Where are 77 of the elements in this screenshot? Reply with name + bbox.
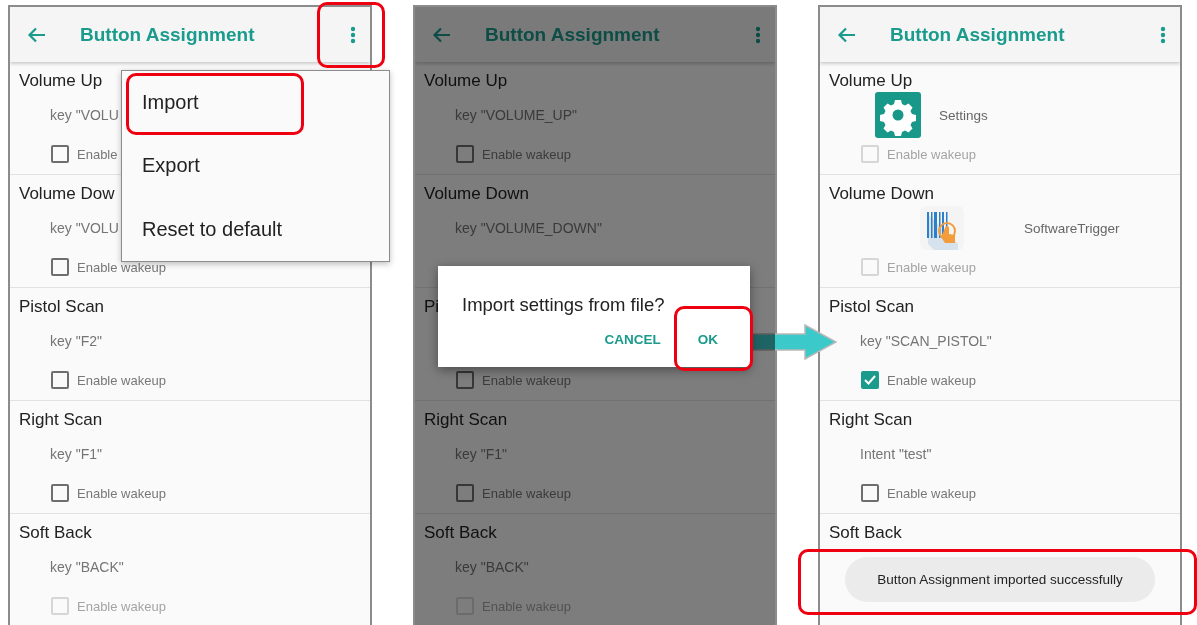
checkbox[interactable] bbox=[861, 484, 879, 502]
checkbox-label: Enable wakeup bbox=[887, 372, 976, 388]
checkbox[interactable] bbox=[861, 371, 879, 389]
key-assignment: key "BACK" bbox=[50, 559, 124, 575]
menu-item[interactable]: Reset to default bbox=[142, 217, 283, 241]
check-icon bbox=[863, 373, 877, 387]
app-name: Settings bbox=[939, 107, 988, 123]
more-options-icon bbox=[1160, 25, 1166, 44]
screen-title: Button Assignment bbox=[485, 23, 661, 46]
back-arrow-icon bbox=[432, 26, 451, 43]
more-options-button[interactable] bbox=[350, 25, 356, 44]
setting-name: Volume Down bbox=[424, 183, 529, 205]
key-assignment: key "F1" bbox=[50, 446, 102, 462]
menu-item[interactable]: Import bbox=[142, 91, 199, 115]
setting-name: Soft Back bbox=[19, 522, 92, 544]
app-name: SoftwareTrigger bbox=[1024, 220, 1120, 236]
screen-title: Button Assignment bbox=[890, 23, 1066, 46]
key-assignment: key "VOLUME_UP" bbox=[455, 107, 577, 123]
key-assignment: key "F1" bbox=[455, 446, 507, 462]
setting-name: Volume Up bbox=[829, 70, 913, 92]
back-button[interactable] bbox=[27, 26, 46, 43]
setting-name: Right Scan bbox=[829, 409, 913, 431]
key-assignment: Intent "test" bbox=[860, 446, 932, 462]
setting-name: Pistol Scan bbox=[19, 296, 105, 318]
checkbox-label: Enable wakeup bbox=[482, 485, 571, 501]
setting-name: Volume Up bbox=[19, 70, 103, 92]
checkbox[interactable] bbox=[456, 145, 474, 163]
checkbox-label: Enable bbox=[77, 146, 118, 162]
setting-name: Pistol Scan bbox=[829, 296, 915, 318]
key-assignment: key "VOLU bbox=[50, 107, 119, 123]
checkbox[interactable] bbox=[51, 258, 69, 276]
setting-row[interactable]: Right Scan key "F1" Enable wakeup bbox=[415, 401, 775, 514]
back-button[interactable] bbox=[432, 26, 451, 43]
setting-row[interactable]: Pistol Scan key "F2" Enable wakeup bbox=[10, 288, 370, 401]
menu-item[interactable]: Export bbox=[142, 154, 200, 178]
toast-message: Button Assignment imported successfully bbox=[845, 557, 1155, 602]
dialog-title: Import settings from file? bbox=[462, 294, 666, 316]
back-arrow-icon bbox=[27, 26, 46, 43]
key-assignment: key "VOLU bbox=[50, 220, 119, 236]
screen-title: Button Assignment bbox=[80, 23, 256, 46]
back-button[interactable] bbox=[837, 26, 856, 43]
checkbox[interactable] bbox=[51, 145, 69, 163]
setting-row[interactable]: Right Scan Intent "test" Enable wakeup bbox=[820, 401, 1180, 514]
setting-name: Soft Back bbox=[424, 522, 497, 544]
barcode-hand-app-icon bbox=[920, 206, 964, 250]
checkbox[interactable] bbox=[456, 371, 474, 389]
checkbox-label: Enable wakeup bbox=[482, 372, 571, 388]
back-arrow-icon bbox=[837, 26, 856, 43]
setting-name: Right Scan bbox=[19, 409, 103, 431]
checkbox-label: Enable wakeup bbox=[887, 485, 976, 501]
key-assignment: key "BACK" bbox=[455, 559, 529, 575]
more-options-icon bbox=[755, 25, 761, 44]
setting-name: Pi bbox=[424, 296, 440, 318]
setting-name: Soft Back bbox=[829, 522, 902, 544]
key-assignment: key "SCAN_PISTOL" bbox=[860, 333, 992, 349]
checkbox-label: Enable wakeup bbox=[482, 146, 571, 162]
more-options-button[interactable] bbox=[755, 25, 761, 44]
checkbox-label: Enable wakeup bbox=[887, 146, 976, 162]
checkbox-label: Enable wakeup bbox=[77, 259, 166, 275]
setting-row[interactable]: Right Scan key "F1" Enable wakeup bbox=[10, 401, 370, 514]
checkbox-label: Enable wakeup bbox=[887, 259, 976, 275]
checkbox-label: Enable wakeup bbox=[77, 485, 166, 501]
key-assignment: key "F2" bbox=[50, 333, 102, 349]
more-options-icon bbox=[350, 25, 356, 44]
setting-row[interactable]: Volume Up key "VOLUME_UP" Enable wakeup bbox=[415, 62, 775, 175]
gear-app-icon bbox=[875, 92, 921, 138]
setting-name: Volume Up bbox=[424, 70, 508, 92]
checkbox-label: Enable wakeup bbox=[77, 598, 166, 614]
setting-name: Volume Dow bbox=[19, 183, 115, 205]
checkbox-label: Enable wakeup bbox=[77, 372, 166, 388]
more-options-button[interactable] bbox=[1160, 25, 1166, 44]
key-assignment: key "VOLUME_DOWN" bbox=[455, 220, 602, 236]
setting-name: Volume Down bbox=[829, 183, 934, 205]
setting-name: Right Scan bbox=[424, 409, 508, 431]
checkbox[interactable] bbox=[51, 484, 69, 502]
checkbox[interactable] bbox=[51, 371, 69, 389]
checkbox[interactable] bbox=[456, 484, 474, 502]
